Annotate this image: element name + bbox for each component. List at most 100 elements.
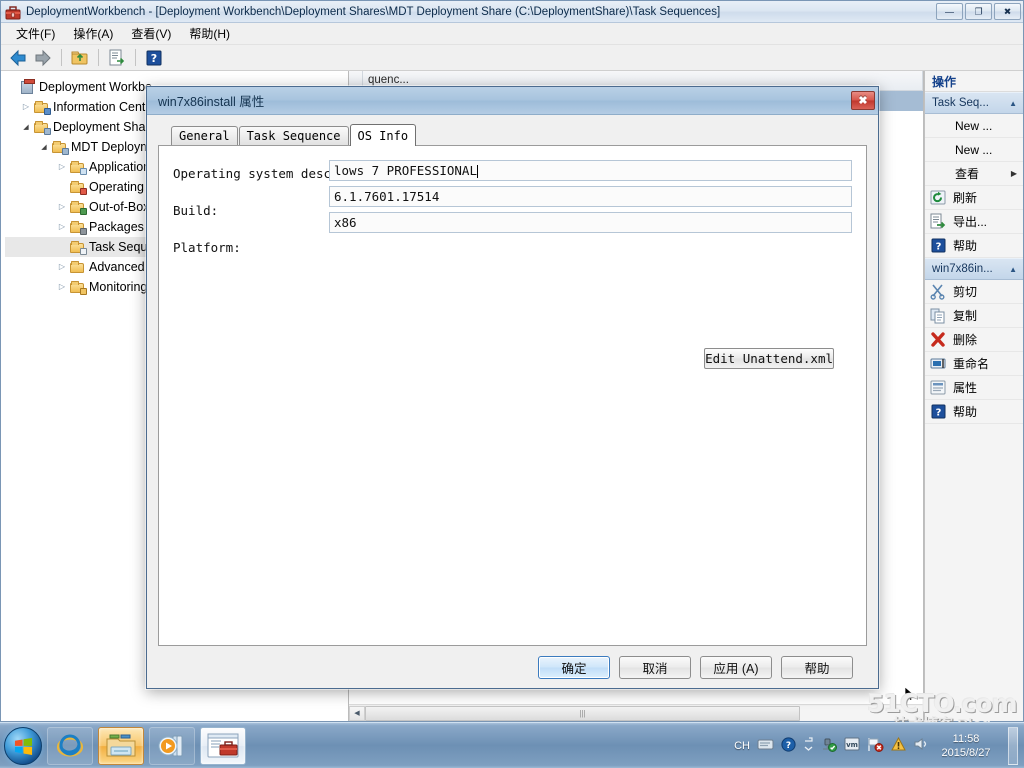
show-desktop-button[interactable]	[1008, 726, 1018, 765]
network-icon[interactable]	[821, 737, 837, 755]
chevron-right-icon: ▶	[1010, 169, 1017, 178]
chevron-up-icon[interactable]	[803, 736, 814, 755]
taskbar-internet-explorer[interactable]	[47, 726, 93, 765]
ime-indicator[interactable]: CH	[734, 740, 750, 752]
action-refresh[interactable]: 刷新	[925, 186, 1023, 210]
action-label: 属性	[953, 381, 978, 395]
action-new-folder[interactable]: New ...	[925, 138, 1023, 162]
svg-text:?: ?	[936, 241, 942, 252]
menu-help[interactable]: 帮助(H)	[180, 23, 239, 44]
action-view[interactable]: 查看 ▶	[925, 162, 1023, 186]
help-question-icon[interactable]: ?	[781, 736, 796, 755]
scrollbar-track[interactable]: |||	[365, 705, 923, 721]
tab-general[interactable]: General	[171, 126, 238, 145]
windows-start-orb-icon[interactable]	[4, 726, 42, 765]
chevron-right-icon[interactable]	[19, 103, 33, 111]
action-label: 导出...	[953, 215, 988, 229]
close-icon[interactable]: ✖	[851, 91, 875, 110]
properties-dialog: win7x86install 属性 ✖ General Task Sequenc…	[145, 85, 880, 690]
dialog-tabs: General Task Sequence OS Info	[158, 124, 867, 146]
action-label: 查看	[955, 167, 980, 181]
action-rename[interactable]: 重命名	[925, 352, 1023, 376]
apply-button[interactable]: 应用 (A)	[700, 655, 772, 679]
export-list-icon	[929, 213, 949, 231]
chevron-down-icon[interactable]	[19, 123, 33, 131]
chevron-up-icon[interactable]: ▲	[1009, 99, 1017, 108]
form-row-platform: Platform: x86	[159, 212, 866, 260]
workbench-root-icon	[19, 78, 36, 95]
taskbar-windows-explorer[interactable]	[98, 726, 144, 765]
horizontal-scrollbar[interactable]: ◀ |||	[349, 704, 923, 721]
action-label: 刷新	[953, 191, 978, 205]
action-cut[interactable]: 剪切	[925, 280, 1023, 304]
help-question-icon: ?	[929, 237, 949, 255]
sidebar-item-label: Operating	[89, 180, 144, 194]
chevron-right-icon[interactable]	[55, 263, 69, 271]
dialog-title: win7x86install 属性	[158, 95, 265, 109]
actions-group-win7x86install[interactable]: win7x86in... ▲	[925, 258, 1023, 280]
cancel-button[interactable]: 取消	[619, 655, 691, 679]
delete-x-icon	[929, 331, 949, 349]
taskbar-deployment-workbench[interactable]	[200, 726, 246, 765]
help-button[interactable]: 帮助	[781, 655, 853, 679]
platform-field[interactable]: x86	[329, 212, 852, 233]
chevron-down-icon[interactable]	[37, 143, 51, 151]
menu-action[interactable]: 操作(A)	[64, 23, 122, 44]
taskbar-media-player[interactable]	[149, 726, 195, 765]
vm-icon[interactable]: vm	[844, 737, 860, 754]
edit-unattend-xml-button[interactable]: Edit Unattend.xml	[704, 348, 834, 369]
sidebar-item-label: Advanced	[89, 260, 145, 274]
restore-icon[interactable]: ❐	[965, 3, 992, 20]
os-description-field[interactable]: lows 7 PROFESSIONAL	[329, 160, 852, 181]
action-copy[interactable]: 复制	[925, 304, 1023, 328]
actions-group-task-sequences[interactable]: Task Seq... ▲	[925, 92, 1023, 114]
sidebar-item-label: Out-of-Box	[89, 200, 150, 214]
action-export-list[interactable]: 导出...	[925, 210, 1023, 234]
warning-icon[interactable]	[891, 736, 906, 754]
flag-error-icon[interactable]	[867, 737, 884, 755]
folder-drivers-icon	[69, 200, 87, 215]
menu-view[interactable]: 查看(V)	[122, 23, 180, 44]
toolbar: ?	[1, 45, 1023, 71]
actions-pane: 操作 Task Seq... ▲ New ... New ... 查看 ▶ 刷新…	[924, 71, 1023, 721]
action-delete[interactable]: 删除	[925, 328, 1023, 352]
tab-task-sequence[interactable]: Task Sequence	[238, 126, 349, 145]
chevron-up-icon[interactable]: ▲	[1009, 265, 1017, 274]
ok-button[interactable]: 确定	[538, 655, 610, 679]
close-icon[interactable]: ✖	[994, 3, 1021, 20]
scroll-left-icon[interactable]: ◀	[349, 705, 365, 721]
action-help[interactable]: ? 帮助	[925, 234, 1023, 258]
svg-text:?: ?	[151, 52, 157, 65]
folder-plain-icon	[69, 260, 86, 275]
build-value: 6.1.7601.17514	[334, 189, 440, 204]
os-description-value: lows 7 PROFESSIONAL	[334, 163, 477, 178]
speaker-icon[interactable]	[913, 737, 928, 754]
build-label: Build:	[173, 202, 219, 218]
chevron-right-icon[interactable]	[55, 203, 69, 211]
action-new-task-sequence[interactable]: New ...	[925, 114, 1023, 138]
menu-file[interactable]: 文件(F)	[7, 23, 64, 44]
taskbar-clock[interactable]: 11:58 2015/8/27	[935, 732, 997, 760]
chevron-right-icon[interactable]	[55, 223, 69, 231]
tab-os-info[interactable]: OS Info	[349, 124, 417, 146]
clock-time: 11:58	[952, 732, 980, 745]
up-folder-icon[interactable]	[69, 47, 91, 69]
chevron-right-icon[interactable]	[55, 163, 69, 171]
build-field[interactable]: 6.1.7601.17514	[329, 186, 852, 207]
sidebar-item-label: MDT Deploym	[71, 140, 151, 154]
scrollbar-thumb[interactable]: |||	[365, 705, 801, 721]
help-question-icon[interactable]: ?	[143, 47, 165, 69]
action-help-item[interactable]: ? 帮助	[925, 400, 1023, 424]
minimize-icon[interactable]: —	[936, 3, 963, 20]
rename-icon	[929, 355, 949, 373]
toolbar-separator	[61, 49, 62, 66]
keyboard-icon[interactable]	[757, 738, 774, 753]
sidebar-item-label: Task Seque	[89, 240, 155, 254]
action-properties[interactable]: 属性	[925, 376, 1023, 400]
refresh-icon	[929, 189, 949, 207]
export-list-icon[interactable]	[106, 47, 128, 69]
window-controls: — ❐ ✖	[936, 3, 1021, 20]
forward-arrow-icon[interactable]	[32, 47, 54, 69]
back-arrow-icon[interactable]	[7, 47, 29, 69]
chevron-right-icon[interactable]	[55, 283, 69, 291]
